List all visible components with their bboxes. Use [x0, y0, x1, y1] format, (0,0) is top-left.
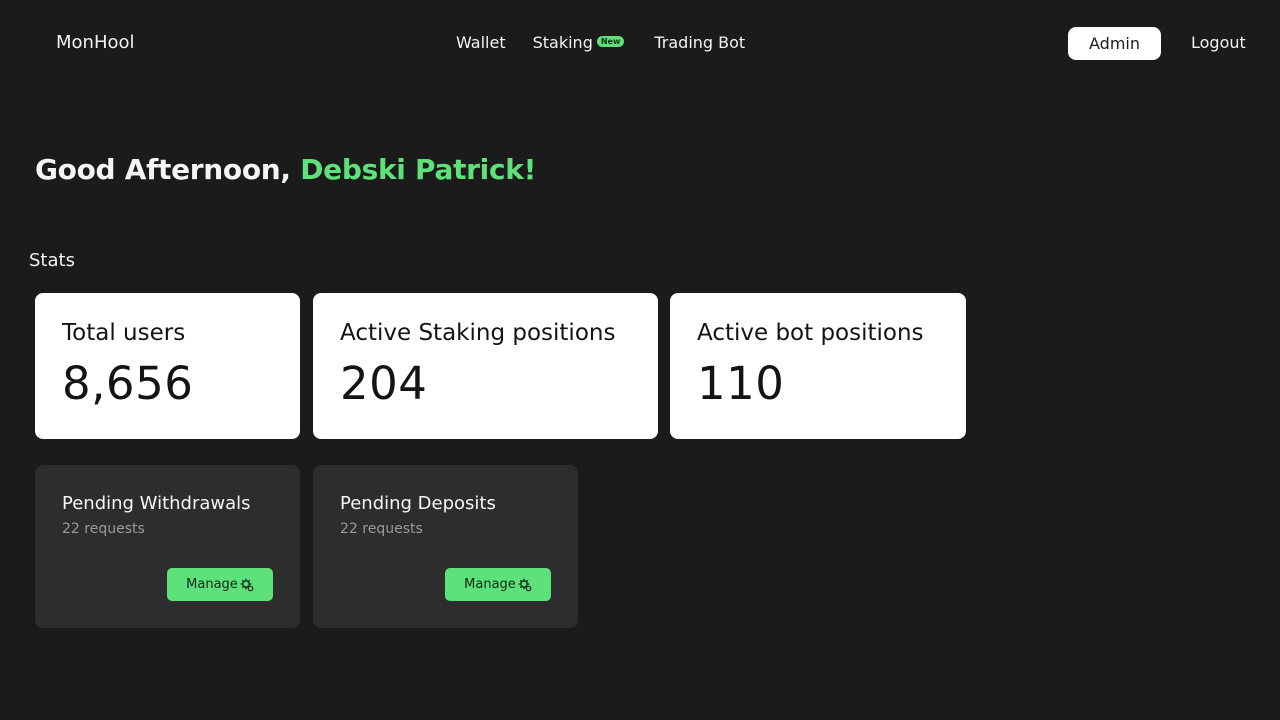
- pending-deposits-card: Pending Deposits 22 requests Manage: [313, 465, 578, 628]
- new-badge: New: [596, 36, 625, 47]
- nav-wallet[interactable]: Wallet: [456, 33, 506, 52]
- main-nav: Wallet Staking New Trading Bot: [456, 33, 745, 52]
- stat-value: 110: [697, 357, 785, 410]
- admin-button[interactable]: Admin: [1068, 27, 1161, 60]
- manage-deposits-button[interactable]: Manage: [445, 568, 551, 601]
- stat-value: 204: [340, 357, 428, 410]
- pending-count: 22 requests: [62, 521, 145, 537]
- nav-staking[interactable]: Staking New: [533, 33, 625, 52]
- stat-card-staking-positions: Active Staking positions 204: [313, 293, 658, 439]
- dashboard-page: MonHool Wallet Staking New Trading Bot A…: [0, 0, 1280, 720]
- logout-link[interactable]: Logout: [1191, 33, 1246, 52]
- pending-title: Pending Deposits: [340, 493, 496, 514]
- stat-card-total-users: Total users 8,656: [35, 293, 300, 439]
- greeting-user-name: Debski Patrick!: [300, 153, 537, 186]
- nav-trading-bot[interactable]: Trading Bot: [654, 33, 745, 52]
- manage-button-label: Manage: [186, 577, 238, 592]
- brand-logo[interactable]: MonHool: [56, 32, 135, 53]
- stat-value: 8,656: [62, 357, 194, 410]
- stat-label: Active Staking positions: [340, 320, 616, 346]
- nav-staking-label: Staking: [532, 33, 593, 52]
- pending-withdrawals-card: Pending Withdrawals 22 requests Manage: [35, 465, 300, 628]
- manage-button-label: Manage: [464, 577, 516, 592]
- stat-label: Active bot positions: [697, 320, 924, 346]
- pending-count: 22 requests: [340, 521, 423, 537]
- manage-withdrawals-button[interactable]: Manage: [167, 568, 273, 601]
- stat-label: Total users: [62, 320, 186, 346]
- pending-title: Pending Withdrawals: [62, 493, 251, 514]
- stat-card-bot-positions: Active bot positions 110: [670, 293, 966, 439]
- nav-wallet-label: Wallet: [456, 33, 506, 52]
- greeting-prefix: Good Afternoon,: [35, 153, 301, 186]
- greeting-heading: Good Afternoon, Debski Patrick!: [35, 153, 536, 186]
- manage-gear-icon: [518, 578, 532, 591]
- stats-section-title: Stats: [29, 250, 75, 271]
- manage-gear-icon: [240, 578, 254, 591]
- nav-trading-bot-label: Trading Bot: [654, 33, 746, 52]
